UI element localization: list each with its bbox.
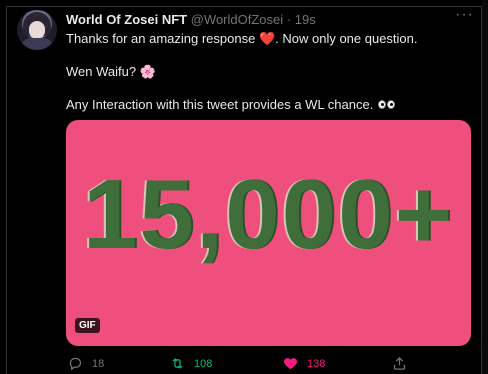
tweet-text-part: Any Interaction with this tweet provides… [66,97,374,112]
tweet-text-line-3: Any Interaction with this tweet provides… [66,97,395,112]
share-icon [393,356,406,370]
author-name[interactable]: World Of Zosei NFT [66,12,187,27]
tweet-text-part: Thanks for an amazing response [66,31,256,46]
like-button[interactable]: 138 [283,356,325,371]
tweet-media-gif[interactable]: 15,000+ GIF [66,120,471,346]
heart-emoji-icon: ❤️ [258,31,276,46]
avatar-body [21,38,53,50]
tweet-text-part: . Now only one question. [275,31,418,46]
tweet-time[interactable]: 19s [295,12,316,27]
reply-icon [69,357,82,371]
like-icon [284,358,297,370]
tweet-text-part: Wen Waifu? [66,64,137,79]
reply-button[interactable]: 18 [68,356,104,371]
tweet-actions: 18 108 138 [0,356,488,374]
author-handle[interactable]: @WorldOfZosei [191,12,283,27]
more-icon[interactable]: ··· [455,6,474,24]
avatar-face [29,21,45,39]
reply-count: 18 [92,357,105,370]
gif-badge: GIF [75,318,100,333]
scrollbar[interactable] [482,0,488,374]
like-count: 138 [307,357,326,370]
cherry-blossom-emoji-icon: 🌸 [139,64,156,79]
media-big-number: 15,000+ [83,159,454,269]
separator-dot: · [286,12,292,27]
retweet-count: 108 [194,357,213,370]
retweet-icon [172,358,183,369]
tweet-text-line-2: Wen Waifu? 🌸 [66,64,156,80]
tweet-header: World Of Zosei NFT @WorldOfZosei · 19s [66,12,316,27]
share-button[interactable] [392,356,407,371]
tweet-text-line-1: Thanks for an amazing response ❤️. Now o… [66,31,418,47]
retweet-button[interactable]: 108 [170,356,212,371]
eyes-emoji-icon [377,97,395,112]
avatar[interactable] [17,10,57,50]
